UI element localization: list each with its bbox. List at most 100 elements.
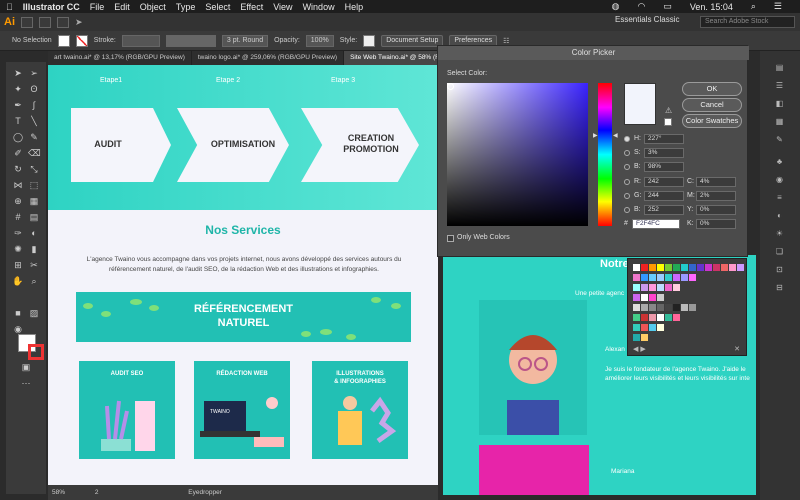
hue-slider-handle-right[interactable]: ◀ [613, 132, 618, 139]
transparency-icon[interactable]: ◐ [774, 211, 785, 220]
menu-edit[interactable]: Edit [114, 2, 130, 12]
tab-twaino-logo[interactable]: twaino logo.ai* @ 259,06% (RGB/GPU Previ… [192, 51, 345, 65]
card-illustrations[interactable]: ILLUSTRATIONS & INFOGRAPHIES [312, 361, 408, 459]
brushes-icon[interactable]: ✎ [774, 135, 785, 144]
hue-slider[interactable] [598, 83, 612, 226]
color-picker-dialog[interactable]: Color Picker Select Color: ▶ ◀ ⚠ OK Canc… [437, 45, 749, 257]
selection-tool-icon[interactable]: ➤ [12, 68, 24, 78]
bridge-icon[interactable] [21, 16, 33, 28]
free-transform-tool-icon[interactable]: ⬚ [28, 180, 40, 190]
artboard[interactable]: Etape1 Etape 2 Etape 3 AUDIT OPTIMISATIO… [48, 65, 438, 485]
paintbrush-tool-icon[interactable]: ✎ [28, 132, 40, 142]
avatar-alexandre[interactable] [479, 300, 587, 435]
line-tool-icon[interactable]: ╲ [28, 116, 40, 126]
draw-mode-icon[interactable]: ◉ [12, 324, 24, 334]
color-field-marker[interactable] [447, 83, 454, 90]
graphic-styles-icon[interactable]: ◉ [774, 175, 785, 184]
b-input[interactable]: 98% [644, 162, 684, 172]
y-input[interactable]: 0% [696, 205, 736, 215]
type-tool-icon[interactable]: T [12, 116, 24, 126]
menu-effect[interactable]: Effect [240, 2, 263, 12]
width-tool-icon[interactable]: ⋈ [12, 180, 24, 190]
swatches-menu-icon[interactable]: ◀ ▶ [633, 345, 646, 353]
seo-banner[interactable]: RÉFÉRENCEMENT NATUREL [76, 292, 411, 342]
radio-b[interactable] [624, 164, 630, 170]
color-icon[interactable]: ◧ [774, 99, 785, 108]
avatar-mariana[interactable] [479, 445, 589, 495]
curvature-tool-icon[interactable]: ∫ [28, 100, 40, 110]
eyedropper-tool-icon[interactable]: ✑ [12, 228, 24, 238]
stock-search-input[interactable]: Search Adobe Stock [700, 16, 795, 28]
radio-g[interactable] [624, 193, 630, 199]
out-of-gamut-icon[interactable]: ⚠ [665, 106, 672, 115]
lasso-tool-icon[interactable]: ʘ [28, 84, 40, 94]
swatches-close-icon[interactable]: ✕ [734, 345, 740, 353]
only-web-colors-checkbox[interactable] [447, 235, 454, 242]
menu-icon[interactable]: ☰ [774, 1, 782, 12]
stock-icon[interactable] [39, 16, 51, 28]
s-input[interactable]: 3% [644, 148, 684, 158]
menu-help[interactable]: Help [345, 2, 364, 12]
hero-section[interactable]: Etape1 Etape 2 Etape 3 AUDIT OPTIMISATIO… [48, 65, 438, 210]
style-swatch[interactable] [363, 34, 376, 47]
direct-selection-tool-icon[interactable]: ➢ [28, 68, 40, 78]
tab-art-twaino[interactable]: art twaino.ai* @ 13,17% (RGB/GPU Preview… [48, 51, 192, 65]
align-icon[interactable]: ⊟ [774, 283, 785, 292]
variable-width-select[interactable] [165, 34, 216, 47]
stroke-color-box[interactable] [28, 344, 44, 360]
brush-select[interactable]: 3 pt. Round [221, 34, 269, 47]
swatches-icon[interactable]: ▦ [774, 117, 785, 126]
menu-type[interactable]: Type [176, 2, 196, 12]
m-input[interactable]: 2% [696, 191, 736, 201]
layers-icon[interactable]: ❏ [774, 247, 785, 256]
edit-toolbar-icon[interactable]: ⋯ [20, 378, 32, 388]
workspace-switcher[interactable]: Essentials Classic [615, 15, 679, 24]
appearance-icon[interactable]: ☀ [774, 229, 785, 238]
creative-cloud-icon[interactable]: ◍ [612, 1, 620, 12]
radio-s[interactable] [624, 150, 630, 156]
hand-tool-icon[interactable]: ✋ [12, 276, 24, 286]
screen-mode-icon[interactable]: ▣ [20, 362, 32, 372]
scale-tool-icon[interactable]: ⤡ [28, 164, 40, 174]
artboard-tool-icon[interactable]: ⊞ [12, 260, 24, 270]
perspective-grid-tool-icon[interactable]: ▦ [28, 196, 40, 206]
cancel-button[interactable]: Cancel [682, 98, 742, 112]
swatches-panel[interactable]: ◀ ▶ ✕ [627, 258, 747, 356]
libraries-icon[interactable]: ☰ [774, 81, 785, 90]
hue-slider-handle-left[interactable]: ▶ [593, 132, 598, 139]
graph-tool-icon[interactable]: ▮ [28, 244, 40, 254]
eraser-tool-icon[interactable]: ⌫ [28, 148, 41, 158]
zoom-tool-icon[interactable]: ⌕ [28, 276, 40, 286]
menu-object[interactable]: Object [140, 2, 166, 12]
radio-r[interactable] [624, 179, 630, 185]
symbol-sprayer-tool-icon[interactable]: ✺ [12, 244, 24, 254]
r-input[interactable]: 242 [644, 177, 684, 187]
clock[interactable]: Ven. 15:04 [690, 2, 733, 12]
card-audit-seo[interactable]: AUDIT SEO [79, 361, 175, 459]
slice-tool-icon[interactable]: ✂ [28, 260, 40, 270]
battery-icon[interactable]: ▭ [663, 1, 672, 12]
radio-h[interactable] [624, 136, 630, 142]
color-picker-title[interactable]: Color Picker [438, 46, 749, 60]
arrange-docs-icon[interactable]: ☷ [503, 37, 509, 45]
blue-input[interactable]: 252 [644, 205, 684, 215]
web-safe-icon[interactable] [664, 118, 672, 126]
gpu-icon[interactable]: ➤ [75, 17, 83, 28]
k-input[interactable]: 0% [696, 219, 736, 229]
gradient-tool-icon[interactable]: ▤ [28, 212, 40, 222]
magic-wand-tool-icon[interactable]: ✦ [12, 84, 24, 94]
services-section[interactable]: Nos Services L'agence Twaino vous accomp… [48, 210, 438, 485]
menu-select[interactable]: Select [205, 2, 230, 12]
h-input[interactable]: 227° [644, 134, 684, 144]
arrange-icon[interactable] [57, 16, 69, 28]
symbols-icon[interactable]: ♣ [774, 157, 785, 166]
stroke-weight-input[interactable] [121, 34, 160, 47]
menu-view[interactable]: View [273, 2, 292, 12]
artboard-navigator[interactable]: 2 [95, 489, 99, 496]
radio-blue[interactable] [624, 207, 630, 213]
opacity-input[interactable]: 100% [305, 34, 334, 47]
menu-file[interactable]: File [90, 2, 105, 12]
card-redaction-web[interactable]: RÉDACTION WEB TWAINO [194, 361, 290, 459]
artboards-icon[interactable]: ⊡ [774, 265, 785, 274]
wifi-icon[interactable]: ◠ [637, 1, 645, 12]
